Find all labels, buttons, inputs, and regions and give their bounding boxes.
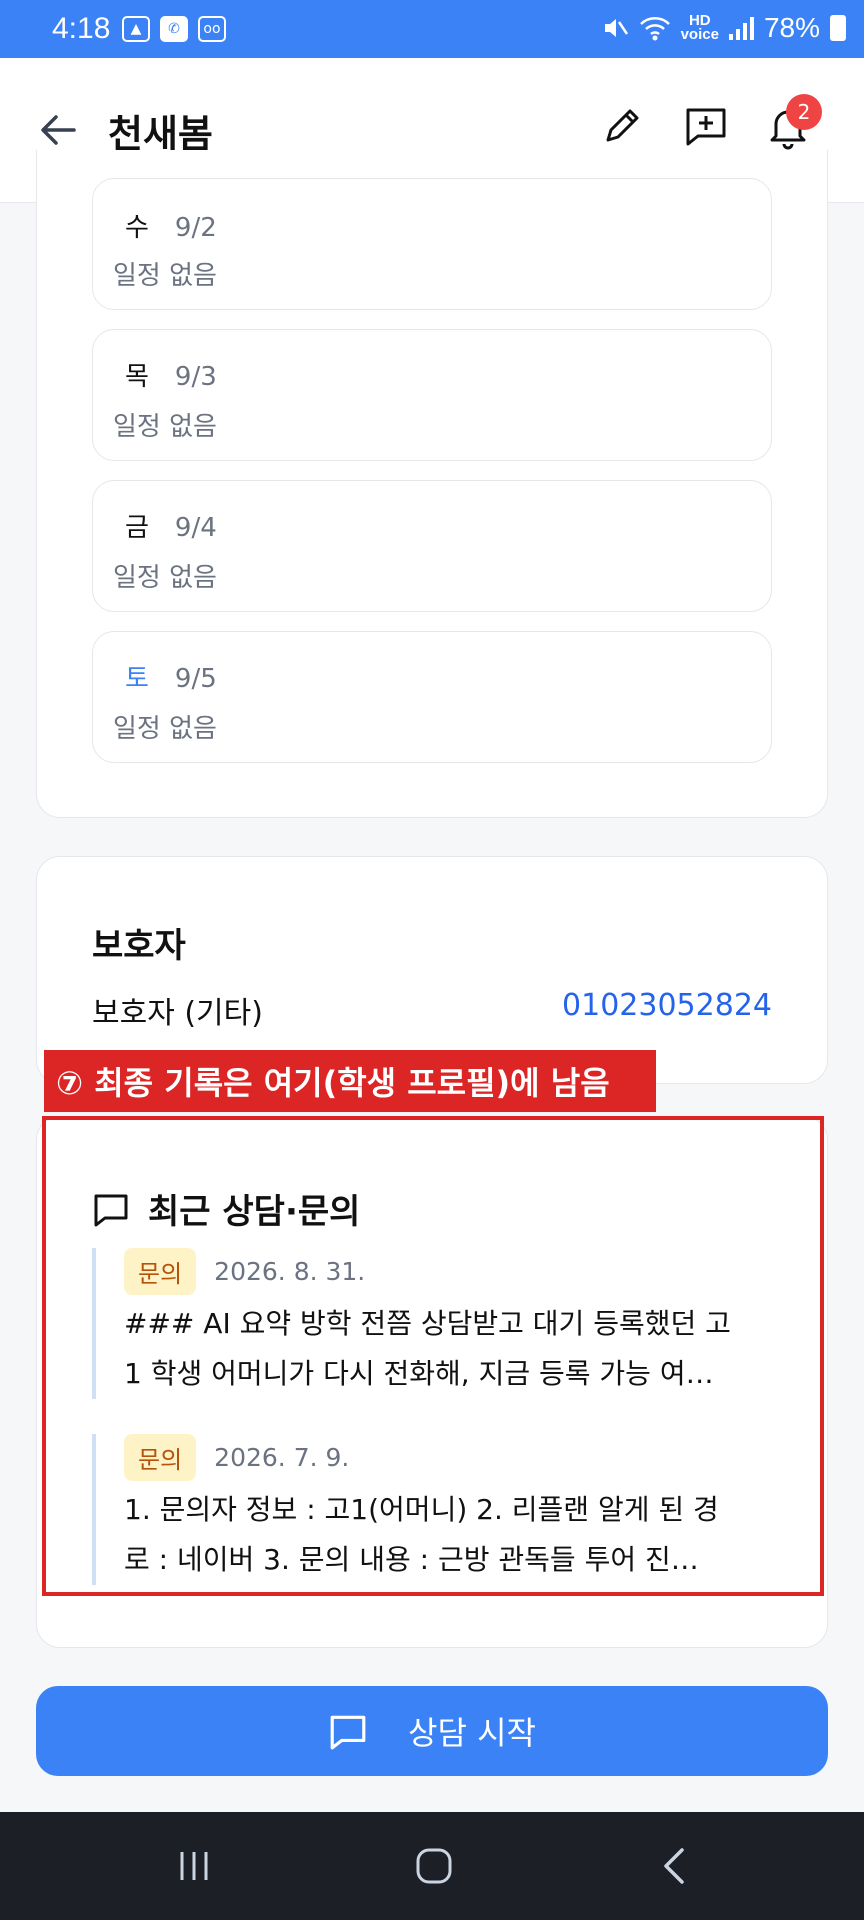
day-name: 금 [125, 513, 149, 543]
battery-percent: 78% [763, 12, 820, 43]
day-name: 목 [125, 362, 149, 392]
status-notification-icons: ▲ ✆ oo [122, 16, 226, 42]
consult-summary: 1. 문의자 정보 : 고1(어머니) 2. 리플랜 알게 된 경 로 : 네이… [124, 1493, 719, 1576]
day-name: 토 [125, 664, 149, 694]
add-comment-icon[interactable] [682, 102, 730, 150]
start-consult-label: 상담 시작 [408, 1714, 536, 1752]
back-arrow-icon[interactable] [36, 108, 80, 152]
recent-apps-icon[interactable] [170, 1842, 218, 1890]
day-name: 수 [125, 213, 149, 243]
day-date: 9/5 [174, 664, 217, 694]
day-empty-text: 일정 없음 [113, 714, 217, 744]
day-empty-text: 일정 없음 [113, 261, 217, 291]
annotation-label: ⑦ 최종 기록은 여기(학생 프로필)에 남음 [44, 1050, 656, 1112]
consult-tag: 문의 [124, 1248, 197, 1295]
mute-icon [604, 19, 628, 37]
chat-bubble-icon [330, 1715, 366, 1750]
consult-summary: ### AI 요약 방학 전쯤 상담받고 대기 등록했던 고 1 학생 어머니가… [124, 1307, 731, 1390]
schedule-day-card: 금 9/4 일정 없음 [92, 480, 772, 612]
back-icon[interactable] [652, 1842, 700, 1890]
voicemail-icon: oo [198, 16, 226, 42]
consult-entry[interactable]: 문의 2026. 8. 31. ### AI 요약 방학 전쯤 상담받고 대기 … [92, 1248, 782, 1399]
consult-entry[interactable]: 문의 2026. 7. 9. 1. 문의자 정보 : 고1(어머니) 2. 리플… [92, 1434, 782, 1585]
consult-tag: 문의 [124, 1434, 197, 1481]
notification-badge: 2 [786, 94, 822, 130]
hd-voice-label: HD voice [680, 12, 719, 43]
day-date: 9/2 [174, 213, 217, 243]
status-time: 4:18 [52, 12, 111, 45]
consult-date: 2026. 7. 9. [214, 1443, 350, 1472]
guardian-title: 보호자 [92, 926, 186, 966]
guardian-phone-link[interactable]: 01023052824 [562, 988, 772, 1023]
consult-header: 최근 상담·문의 [92, 1184, 360, 1233]
schedule-day-card: 수 9/2 일정 없음 [92, 178, 772, 310]
phone-call-icon: ✆ [160, 16, 188, 42]
day-date: 9/3 [174, 362, 217, 392]
schedule-day-card: 토 9/5 일정 없음 [92, 631, 772, 763]
guardian-name: 보호자 (기타) [92, 996, 263, 1031]
consult-title: 최근 상담·문의 [148, 1192, 361, 1232]
status-bar: 4:18 ▲ ✆ oo HD voice 78% [0, 0, 864, 58]
gallery-icon: ▲ [122, 16, 150, 42]
edit-pencil-icon[interactable] [598, 102, 646, 150]
day-date: 9/4 [174, 513, 217, 543]
system-nav-bar [0, 1812, 864, 1920]
wifi-icon [639, 17, 670, 41]
chat-bubble-icon [94, 1194, 128, 1226]
status-system-icons: HD voice 78% [601, 12, 846, 44]
battery-icon [830, 15, 846, 41]
consult-date: 2026. 8. 31. [214, 1257, 366, 1286]
schedule-day-card: 목 9/3 일정 없음 [92, 329, 772, 461]
signal-icon [728, 16, 754, 40]
start-consult-button[interactable]: 상담 시작 [36, 1686, 828, 1776]
day-empty-text: 일정 없음 [113, 563, 217, 593]
home-icon[interactable] [410, 1842, 458, 1890]
day-empty-text: 일정 없음 [113, 412, 217, 442]
